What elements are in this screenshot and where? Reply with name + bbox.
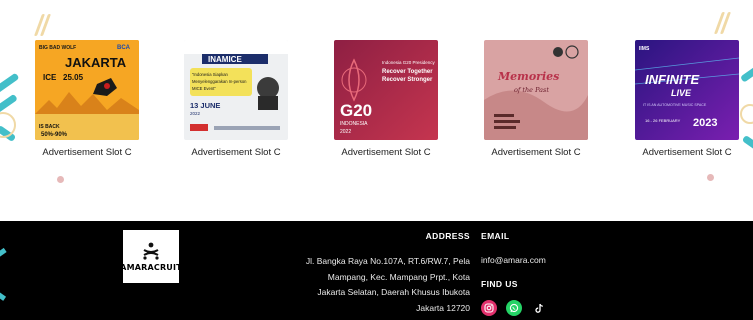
site-footer: AMARACRUIT ADDRESS Jl. Bangka Raya No.10…	[0, 221, 753, 320]
svg-text:2022: 2022	[190, 111, 201, 116]
ad-card[interactable]: IIMS INFINITE LIVE IT IS AN AUTOMOTIVE M…	[635, 40, 739, 158]
svg-text:IIMS: IIMS	[639, 46, 650, 52]
svg-text:Menyelenggarakan In-person: Menyelenggarakan In-person	[192, 79, 247, 84]
amaracruit-logo-icon	[143, 242, 159, 260]
address-line: Jakarta 12720	[416, 302, 470, 313]
ad-thumbnail[interactable]: Indonesia G20 Presidency Recover Togethe…	[334, 40, 438, 140]
instagram-icon[interactable]	[481, 300, 497, 316]
svg-text:IT IS AN AUTOMOTIVE MUSIC SPAC: IT IS AN AUTOMOTIVE MUSIC SPACE	[643, 103, 707, 107]
deco-dot	[707, 174, 714, 181]
address-line: Jakarta Selatan, Daerah Khusus Ibukota	[317, 287, 470, 297]
svg-text:INAMICE: INAMICE	[208, 55, 242, 64]
svg-text:2023: 2023	[693, 117, 717, 129]
address-line: Mampang, Kec. Mampang Prpt., Kota	[327, 271, 470, 282]
svg-text:G20: G20	[340, 101, 372, 120]
ad-card[interactable]: BIG BAD WOLF BCA JAKARTA ICE 25.05 IS BA…	[35, 40, 139, 158]
ad-thumbnail[interactable]: INAMICE “Indonesia Siapkan Menyelenggara…	[184, 40, 288, 140]
svg-text:Memories: Memories	[497, 70, 559, 83]
svg-text:MICE Event”: MICE Event”	[192, 86, 216, 91]
ad-caption: Advertisement Slot C	[491, 147, 581, 158]
svg-text:INDONESIA: INDONESIA	[340, 121, 368, 127]
ad-card[interactable]: Memories of the Past Advertisement Slot …	[484, 40, 588, 158]
svg-text:2022: 2022	[340, 129, 351, 135]
svg-text:Recover Together: Recover Together	[382, 69, 433, 75]
svg-text:INFINITE: INFINITE	[645, 72, 699, 87]
svg-text:JAKARTA: JAKARTA	[65, 55, 127, 70]
ad-row: BIG BAD WOLF BCA JAKARTA ICE 25.05 IS BA…	[0, 40, 753, 170]
deco-dot	[57, 176, 64, 183]
social-links	[481, 300, 547, 316]
deco-stripes-right	[713, 12, 732, 34]
svg-text:25.05: 25.05	[63, 73, 84, 82]
svg-text:50%-90%: 50%-90%	[41, 132, 68, 138]
brand-name: AMARACRUIT	[120, 263, 182, 272]
address-heading: ADDRESS	[425, 231, 470, 241]
footer-logo[interactable]: AMARACRUIT	[120, 230, 182, 283]
ad-poster-memories: Memories of the Past	[484, 40, 588, 140]
svg-text:IS BACK: IS BACK	[39, 124, 60, 130]
email-link[interactable]: info@amara.com	[481, 255, 546, 265]
ad-thumbnail[interactable]: IIMS INFINITE LIVE IT IS AN AUTOMOTIVE M…	[635, 40, 739, 140]
svg-text:“Indonesia Siapkan: “Indonesia Siapkan	[192, 72, 229, 77]
ad-card[interactable]: Indonesia G20 Presidency Recover Togethe…	[334, 40, 438, 158]
address-line: Jl. Bangka Raya No.107A, RT.6/RW.7, Pela	[305, 256, 470, 266]
ad-caption: Advertisement Slot C	[341, 147, 431, 158]
ad-card[interactable]: INAMICE “Indonesia Siapkan Menyelenggara…	[184, 40, 288, 158]
ad-thumbnail[interactable]: BIG BAD WOLF BCA JAKARTA ICE 25.05 IS BA…	[35, 40, 139, 140]
svg-text:13 JUNE: 13 JUNE	[190, 101, 220, 110]
svg-text:ICE: ICE	[43, 73, 57, 82]
ad-caption: Advertisement Slot C	[191, 147, 281, 158]
ad-caption: Advertisement Slot C	[642, 147, 732, 158]
ads-section: BIG BAD WOLF BCA JAKARTA ICE 25.05 IS BA…	[0, 0, 753, 221]
svg-text:BCA: BCA	[117, 45, 131, 51]
deco-stripes-left	[33, 14, 52, 36]
svg-text:16 - 26 FEBRUARY: 16 - 26 FEBRUARY	[645, 118, 681, 123]
ad-thumbnail[interactable]: Memories of the Past	[484, 40, 588, 140]
svg-text:Recover Stronger: Recover Stronger	[382, 77, 433, 83]
svg-text:LIVE: LIVE	[671, 88, 692, 98]
find-us-heading: FIND US	[481, 279, 518, 289]
tiktok-icon[interactable]	[531, 300, 547, 316]
ad-caption: Advertisement Slot C	[42, 147, 132, 158]
ad-poster-inamice: INAMICE “Indonesia Siapkan Menyelenggara…	[184, 40, 288, 140]
ad-poster-g20: Indonesia G20 Presidency Recover Togethe…	[334, 40, 438, 140]
svg-text:of the Past: of the Past	[514, 86, 549, 94]
ad-poster-jakarta: BIG BAD WOLF BCA JAKARTA ICE 25.05 IS BA…	[35, 40, 139, 140]
svg-text:BIG BAD WOLF: BIG BAD WOLF	[39, 45, 76, 51]
deco-edge-shapes	[0, 247, 7, 301]
email-heading: EMAIL	[481, 231, 510, 241]
whatsapp-icon[interactable]	[506, 300, 522, 316]
address-text: Jl. Bangka Raya No.107A, RT.6/RW.7, Pela…	[290, 254, 470, 316]
svg-text:Indonesia G20 Presidency: Indonesia G20 Presidency	[382, 60, 436, 65]
ad-poster-infinite-live: IIMS INFINITE LIVE IT IS AN AUTOMOTIVE M…	[635, 40, 739, 140]
